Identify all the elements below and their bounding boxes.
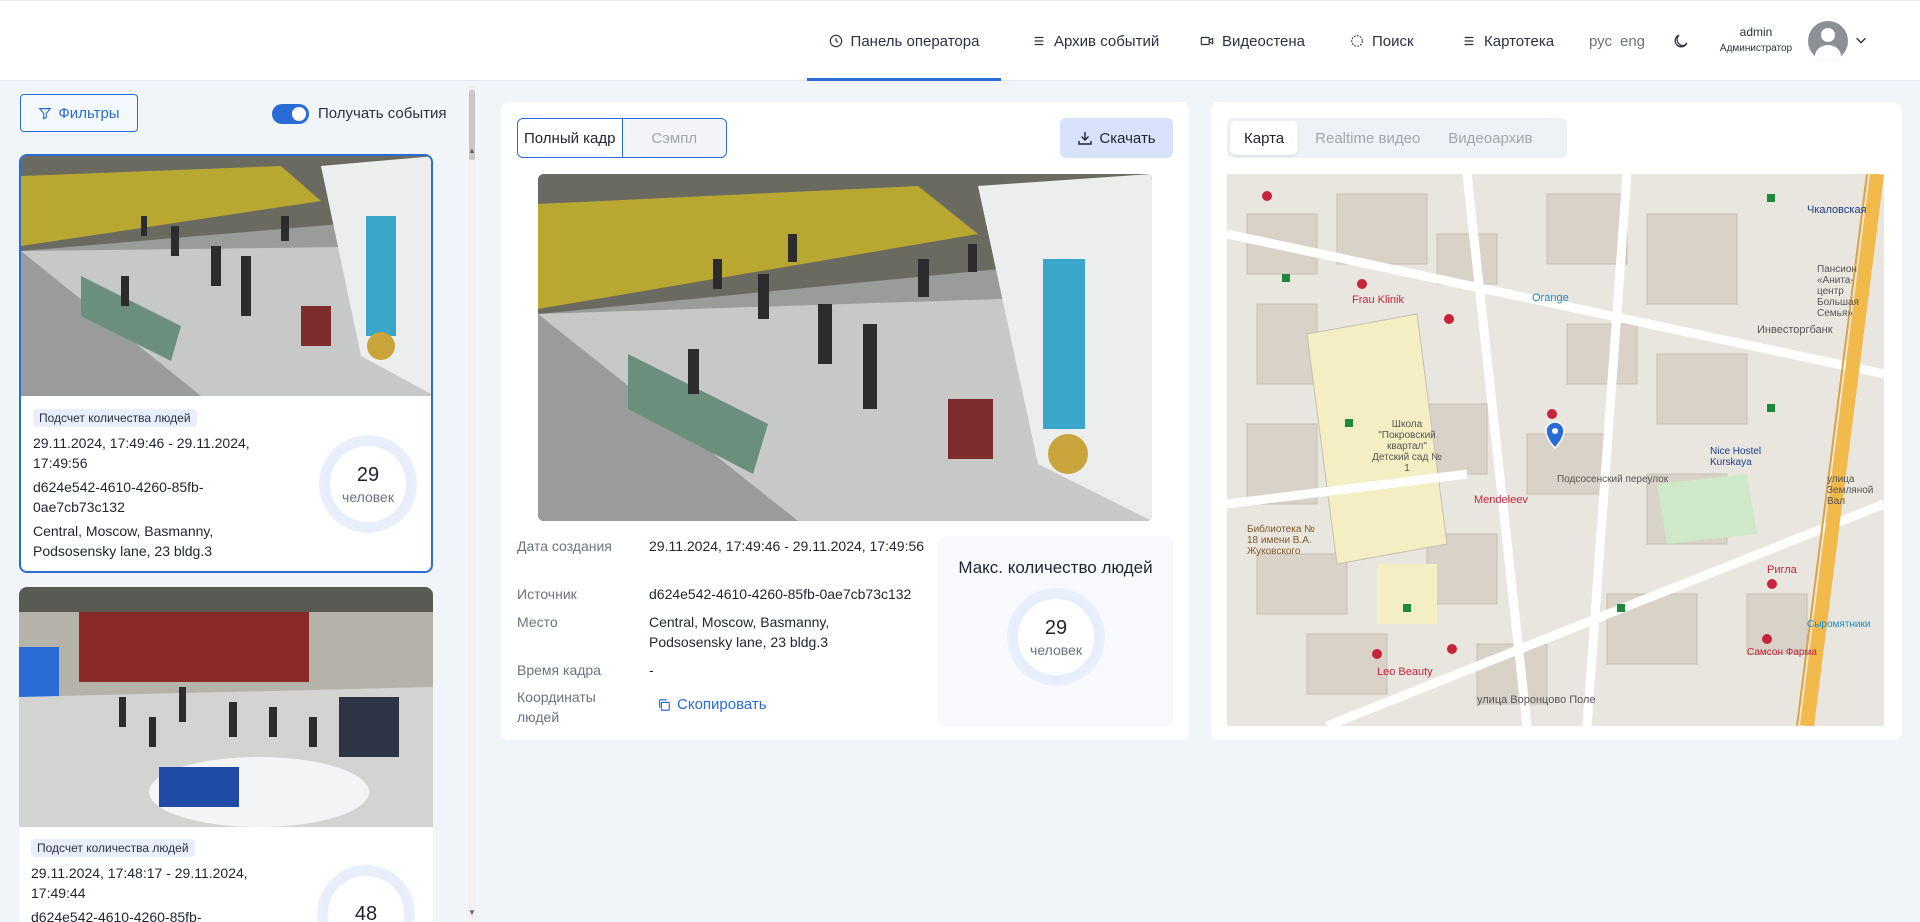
map-label: Leo Beauty (1377, 666, 1433, 678)
map-label: Школа "Покровский квартал" Детский сад №… (1372, 419, 1442, 474)
max-people-box: Макс. количество людей 29 человек (938, 536, 1173, 726)
map-view[interactable]: Чкаловская Пансион «Анита-центр Большая … (1227, 174, 1884, 726)
event-source: d624e542-4610-4260-85fb-0ae7cb73c132 (33, 479, 204, 515)
map-label: Пансион «Анита-центр Большая Семья» (1817, 264, 1859, 319)
copy-label: Скопировать (677, 696, 767, 713)
event-card[interactable]: Подсчет количества людей 29.11.2024, 17:… (19, 154, 433, 573)
map-label: Библиотека № 18 имени В.А. Жуковского (1247, 524, 1315, 557)
max-count: 29 (1044, 616, 1068, 639)
map-label: улица Земляной Вал (1827, 474, 1874, 507)
map-label: Nice Hostel Kurskaya (1710, 446, 1762, 468)
copy-coords-link[interactable]: Скопировать (657, 696, 767, 713)
frame-mode-switch: Полный кадр Сэмпл (517, 118, 727, 158)
map-label: Самсон Фарма (1747, 647, 1817, 658)
nav-search[interactable]: Поиск (1350, 1, 1414, 81)
people-count-ring: 48 (317, 865, 415, 922)
event-type-badge: Подсчет количества людей (33, 409, 197, 427)
filters-button[interactable]: Фильтры (20, 94, 138, 132)
location-panel: Карта Realtime видео Видеоархив Чкаловск… (1211, 102, 1902, 740)
nav-events-archive[interactable]: Архив событий (1032, 1, 1159, 81)
frame-time-label: Время кадра (517, 662, 601, 678)
events-feed: Фильтры Получать события Подсчет количес… (0, 82, 476, 922)
toggle-label: Получать события (318, 105, 447, 122)
event-card[interactable]: Подсчет количества людей 29.11.2024, 17:… (19, 587, 433, 922)
event-detail-panel: Полный кадр Сэмпл Скачать Дата создания … (501, 102, 1189, 740)
video-camera-icon (1200, 36, 1214, 46)
nav-videowall[interactable]: Видеостена (1200, 1, 1305, 81)
map-label: Orange (1532, 292, 1569, 304)
people-count: 29 (356, 463, 380, 486)
download-icon (1078, 132, 1093, 145)
location-tabs: Карта Realtime видео Видеоархив (1227, 118, 1567, 158)
list-icon (1464, 36, 1474, 46)
place-label: Место (517, 614, 558, 630)
scrollbar-track[interactable] (468, 86, 476, 922)
scroll-down-icon[interactable]: ▼ (468, 908, 476, 917)
filters-label: Фильтры (58, 104, 120, 122)
user-name: admin (1739, 25, 1773, 39)
max-unit: человек (1030, 641, 1082, 658)
filter-icon (38, 108, 52, 120)
frame-time-value: - (649, 662, 654, 678)
max-people-title: Макс. количество людей (958, 558, 1153, 577)
tab-video-archive[interactable]: Видеоархив (1434, 118, 1546, 158)
event-datetime: 29.11.2024, 17:48:17 - 29.11.2024, 17:49… (31, 865, 248, 901)
map-label: Чкаловская (1807, 204, 1867, 216)
source-value: d624e542-4610-4260-85fb-0ae7cb73c132 (649, 586, 912, 602)
created-value: 29.11.2024, 17:49:46 - 29.11.2024, 17:49… (649, 538, 925, 554)
avatar[interactable] (1808, 21, 1848, 61)
nav-card-index[interactable]: Картотека (1462, 1, 1554, 81)
event-thumbnail (19, 587, 433, 827)
nav-label: Архив событий (1054, 32, 1160, 50)
chevron-down-icon[interactable] (1854, 33, 1868, 47)
place-value: Central, Moscow, Basmanny, Podsosensky l… (649, 614, 830, 650)
nav-operator-panel[interactable]: Панель оператора (807, 1, 1001, 81)
nav-label: Видеостена (1222, 32, 1305, 50)
clock-icon (829, 34, 842, 48)
receive-events-toggle[interactable] (272, 104, 309, 124)
download-button[interactable]: Скачать (1060, 118, 1173, 158)
map-label: Сыромятники (1807, 619, 1871, 630)
event-type-badge: Подсчет количества людей (31, 839, 195, 857)
event-frame-image (538, 174, 1152, 521)
copy-icon (659, 698, 670, 711)
map-label: улица Воронцово Поле (1477, 694, 1596, 706)
map-label: Инвесторгбанк (1757, 324, 1833, 336)
lang-ru[interactable]: рус (1589, 33, 1612, 50)
lang-en[interactable]: eng (1620, 33, 1645, 50)
people-count: 48 (354, 902, 378, 922)
nav-label: Панель оператора (850, 32, 980, 50)
people-unit: человек (342, 488, 394, 505)
nav-label: Поиск (1372, 32, 1414, 50)
tab-map[interactable]: Карта (1230, 121, 1299, 155)
max-count-ring: 29 человек (1007, 588, 1105, 686)
full-frame-option[interactable]: Полный кадр (518, 119, 622, 157)
user-role: Администратор (1719, 43, 1793, 54)
sample-option[interactable]: Сэмпл (621, 119, 726, 157)
nav-label: Картотека (1484, 32, 1555, 50)
search-icon (1351, 35, 1363, 47)
download-label: Скачать (1099, 129, 1156, 147)
list-icon (1034, 36, 1044, 46)
event-place: Central, Moscow, Basmanny, Podsosensky l… (33, 523, 214, 559)
created-label: Дата создания (517, 538, 612, 554)
source-label: Источник (517, 586, 577, 602)
map-label: Подсосенский переулок (1557, 474, 1669, 485)
map-label: Mendeleev (1474, 494, 1528, 506)
people-count-ring: 29 человек (319, 435, 417, 533)
coords-label: Координаты людей (517, 689, 596, 725)
event-thumbnail (21, 156, 431, 396)
scroll-up-icon[interactable]: ▲ (468, 146, 476, 155)
top-header: Панель оператора Архив событий Видеостен… (0, 0, 1920, 81)
tab-realtime-video[interactable]: Realtime видео (1301, 118, 1434, 158)
map-label: Frau Klinik (1352, 294, 1404, 306)
moon-icon[interactable] (1673, 33, 1689, 49)
event-source: d624e542-4610-4260-85fb- (31, 909, 202, 922)
event-datetime: 29.11.2024, 17:49:46 - 29.11.2024, 17:49… (33, 435, 250, 471)
map-label: Ригла (1767, 564, 1797, 576)
